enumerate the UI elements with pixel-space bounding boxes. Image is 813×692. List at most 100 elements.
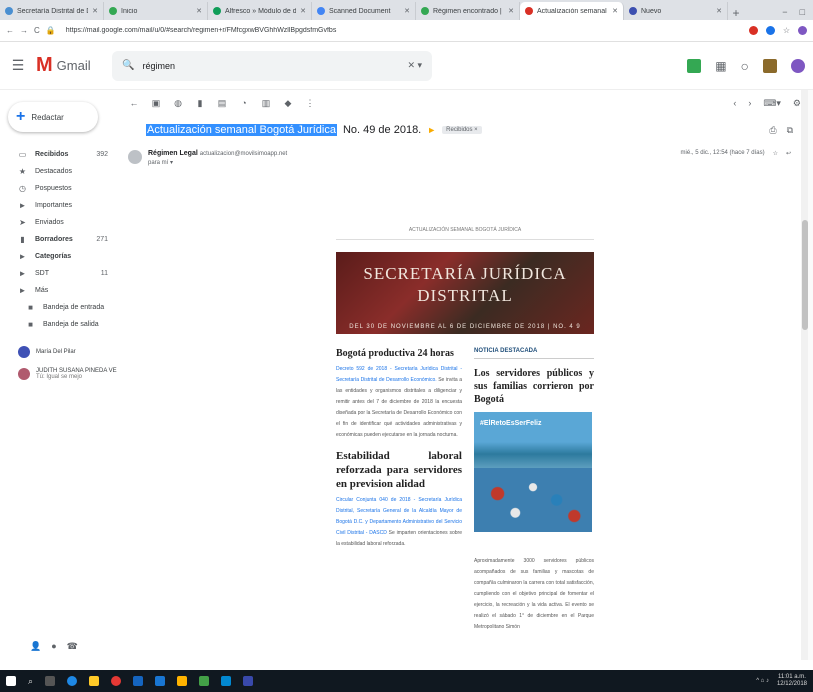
sidebar-item[interactable]: ▮ Borradores 271 bbox=[0, 231, 120, 248]
search-taskbar-icon[interactable]: ⌕ bbox=[28, 676, 33, 687]
reload-icon[interactable]: C bbox=[34, 26, 40, 35]
clear-search-icon[interactable]: ✕ ▾ bbox=[407, 60, 422, 71]
support-icon[interactable] bbox=[687, 58, 702, 73]
mark-unread-icon[interactable]: ▤ bbox=[216, 98, 228, 109]
maximize-icon[interactable]: □ bbox=[800, 7, 805, 17]
sidebar-item[interactable]: ▭ Recibidos 392 bbox=[0, 146, 120, 163]
contact-item[interactable]: María Del Pilar bbox=[0, 341, 120, 363]
important-marker-icon[interactable]: ► bbox=[427, 125, 436, 135]
folder-icon[interactable] bbox=[177, 676, 188, 686]
apps-grid-icon[interactable]: ▦ bbox=[715, 59, 726, 73]
newsletter-top-note[interactable]: ACTUALIZACIÓN SEMANAL BOGOTÁ JURÍDICA bbox=[336, 220, 594, 240]
archive-icon[interactable]: ▣ bbox=[150, 98, 162, 109]
bookmark-star-icon[interactable]: ☆ bbox=[783, 26, 790, 35]
featured-news-photo[interactable]: #ElRetoEsSerFeliz bbox=[474, 412, 592, 532]
clock[interactable]: 11:01 a.m. 12/12/2018 bbox=[777, 674, 807, 688]
search-icon[interactable]: 🔍 bbox=[122, 60, 134, 71]
start-icon[interactable] bbox=[6, 676, 16, 686]
next-message-icon[interactable]: › bbox=[748, 98, 751, 109]
forward-icon[interactable]: → bbox=[20, 26, 28, 35]
back-icon[interactable]: ← bbox=[6, 26, 14, 35]
outlook-icon[interactable] bbox=[155, 676, 166, 686]
photo-caption: #ElRetoEsSerFeliz bbox=[480, 420, 542, 427]
labels-icon[interactable]: ◆ bbox=[282, 98, 294, 109]
person-icon[interactable]: 👤 bbox=[30, 641, 41, 652]
browser-tab[interactable]: Régimen encontrado | Intranet ✕ bbox=[416, 2, 520, 20]
prev-message-icon[interactable]: ‹ bbox=[733, 98, 736, 109]
input-tools-icon[interactable]: ⌨▾ bbox=[763, 98, 781, 109]
inbox-label-tag[interactable]: Recibidos × bbox=[442, 126, 482, 134]
email-date: mié., 5 dic., 12:54 (hace 7 días) bbox=[680, 150, 765, 156]
tab-close-icon[interactable]: ✕ bbox=[92, 7, 98, 15]
report-spam-icon[interactable]: ◍ bbox=[172, 98, 184, 109]
sidebar-subitem[interactable]: ■ Bandeja de entrada bbox=[0, 299, 120, 316]
browser-tab[interactable]: Inicio ✕ bbox=[104, 2, 208, 20]
extension-icon[interactable] bbox=[765, 26, 775, 35]
star-icon[interactable]: ☆ bbox=[773, 150, 778, 157]
move-to-icon[interactable]: ▥ bbox=[260, 98, 272, 109]
tab-close-icon[interactable]: ✕ bbox=[300, 7, 306, 15]
search-input[interactable]: régimen bbox=[142, 61, 399, 71]
new-window-icon[interactable]: ⧉ bbox=[787, 125, 793, 136]
sidebar-item[interactable]: ► Categorías bbox=[0, 248, 120, 265]
sidebar-item[interactable]: ► Más bbox=[0, 282, 120, 299]
sidebar-item-label: Pospuestos bbox=[35, 185, 72, 192]
profile-icon[interactable] bbox=[798, 26, 807, 35]
edge-icon[interactable] bbox=[67, 676, 78, 686]
excel-icon[interactable] bbox=[199, 676, 210, 686]
tab-close-icon[interactable]: ✕ bbox=[508, 7, 514, 15]
explorer-icon[interactable] bbox=[89, 676, 100, 686]
search-bar[interactable]: 🔍 régimen ✕ ▾ bbox=[112, 50, 432, 81]
tab-close-icon[interactable]: ✕ bbox=[196, 7, 202, 15]
windows-taskbar: ⌕ ^ ⌂ ♪ 11:01 a.m. 12/12/2018 bbox=[0, 670, 813, 692]
chat-icon[interactable]: ● bbox=[51, 641, 56, 652]
back-to-list-icon[interactable]: ← bbox=[128, 98, 140, 108]
chrome-icon[interactable] bbox=[111, 676, 122, 686]
contact-avatar bbox=[18, 346, 30, 358]
browser-tab[interactable]: Secretaría Distrital de Desarroll ✕ bbox=[0, 2, 104, 20]
browser-tab[interactable]: Actualización semanal Bogotá J ✕ bbox=[520, 2, 624, 20]
new-tab-icon[interactable]: + bbox=[728, 6, 744, 20]
compose-button[interactable]: + Redactar bbox=[8, 102, 98, 132]
more-icon[interactable]: ⋮ bbox=[304, 98, 316, 109]
settings-gear-icon[interactable]: ⚙ bbox=[793, 98, 801, 109]
browser-tab[interactable]: Scanned Document ✕ bbox=[312, 2, 416, 20]
word-icon[interactable] bbox=[133, 676, 144, 686]
right-column: NOTICIA DESTACADA Los servidores público… bbox=[474, 348, 594, 633]
extension-icon[interactable] bbox=[748, 26, 758, 35]
recipient-label: para mí bbox=[148, 160, 169, 166]
tab-close-icon[interactable]: ✕ bbox=[612, 7, 618, 15]
sidebar-item[interactable]: ➤ Enviados bbox=[0, 214, 120, 231]
app-icon[interactable] bbox=[243, 676, 254, 686]
print-icon[interactable]: ⎙ bbox=[769, 125, 776, 136]
account-avatar[interactable] bbox=[791, 58, 805, 73]
minimize-icon[interactable]: − bbox=[782, 7, 787, 17]
sidebar-item[interactable]: ★ Destacados bbox=[0, 163, 120, 180]
phone-icon[interactable]: ☎ bbox=[67, 641, 78, 652]
notifications-icon[interactable]: ○ bbox=[741, 58, 749, 74]
sidebar-item[interactable]: ◷ Pospuestos bbox=[0, 180, 120, 197]
recipient[interactable]: para mí ▾ bbox=[148, 159, 287, 166]
sender-name[interactable]: Régimen Legal bbox=[148, 150, 198, 157]
clock-time: 11:01 a.m. bbox=[778, 674, 806, 680]
sidebar-item[interactable]: ► Importantes bbox=[0, 197, 120, 214]
reply-icon[interactable]: ↩ bbox=[786, 150, 791, 157]
browser-tab[interactable]: Nuevo ✕ bbox=[624, 2, 728, 20]
sidebar-item[interactable]: ► SDT 11 bbox=[0, 265, 120, 282]
store-icon[interactable] bbox=[221, 676, 232, 686]
main-menu-icon[interactable]: ☰ bbox=[0, 57, 36, 74]
browser-tab[interactable]: Alfresco » Módulo de documen ✕ bbox=[208, 2, 312, 20]
tab-title: Alfresco » Módulo de documen bbox=[225, 7, 296, 15]
delete-icon[interactable]: ▮ bbox=[194, 98, 206, 109]
contact-item[interactable]: JUDITH SUSANA PINEDA VE Tú: Igual se mejo bbox=[0, 363, 120, 385]
sidebar-item-label: Más bbox=[35, 287, 49, 294]
snooze-icon[interactable]: ◔ bbox=[238, 98, 250, 108]
tab-close-icon[interactable]: ✕ bbox=[404, 7, 410, 15]
tray-icons[interactable]: ^ ⌂ ♪ bbox=[756, 678, 769, 684]
sidebar-subitem[interactable]: ■ Bandeja de salida bbox=[0, 316, 120, 333]
sidebar-item-label: Importantes bbox=[35, 202, 72, 209]
task-view-icon[interactable] bbox=[45, 676, 56, 686]
url-field[interactable]: https://mail.google.com/mail/u/0/#search… bbox=[62, 27, 743, 34]
tab-close-icon[interactable]: ✕ bbox=[716, 7, 722, 15]
gmail-logo[interactable]: M Gmail bbox=[36, 54, 112, 77]
